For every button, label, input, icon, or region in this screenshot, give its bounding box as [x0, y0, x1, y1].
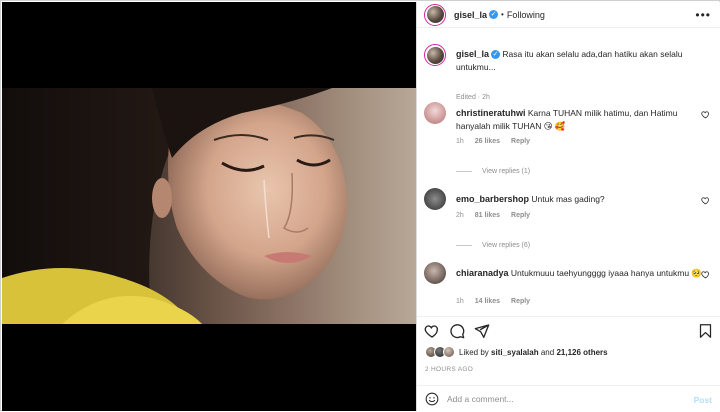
comment-meta-row: 2h 81 likes Reply — [456, 212, 539, 219]
comment-text-block: chiaranadya Untukmuuu taehyungggg iyaaa … — [456, 267, 706, 280]
comment-likes[interactable]: 26 likes — [475, 138, 500, 145]
smiley-icon[interactable] — [425, 392, 439, 406]
paper-plane-icon[interactable] — [474, 323, 490, 339]
liked-and: and — [540, 347, 555, 357]
post-timestamp: 2 HOURS AGO — [425, 366, 474, 373]
post-side-panel: gisel_la ✓ • Following ••• gisel_la ✓ Ras… — [416, 2, 720, 411]
commenter-avatar[interactable] — [424, 262, 446, 284]
separator-dot: • — [501, 10, 504, 19]
comment-meta-row: 1h 14 likes Reply — [456, 298, 539, 305]
caption-text: Rasa itu akan selalu ada,dan hatiku akan… — [456, 49, 683, 72]
commenter-username[interactable]: christineratuhwi — [456, 108, 526, 118]
post-header: gisel_la ✓ • Following ••• — [417, 2, 720, 28]
following-button[interactable]: Following — [507, 10, 545, 20]
view-replies-toggle[interactable]: View replies (1) — [456, 168, 530, 175]
liker-avatar[interactable] — [443, 346, 455, 358]
woman-crying-photo — [2, 88, 347, 324]
comment-text-block: christineratuhwi Karna TUHAN milik hatim… — [456, 107, 706, 133]
comment-text: Untuk mas gading? — [531, 194, 605, 204]
add-comment-input[interactable] — [447, 391, 677, 407]
post-comment-button[interactable]: Post — [694, 395, 712, 405]
comment-time: 1h — [456, 298, 464, 305]
divider-line — [456, 245, 472, 246]
verified-badge-icon: ✓ — [491, 50, 501, 60]
reply-button[interactable]: Reply — [511, 212, 530, 219]
liked-prefix: Liked by — [459, 347, 489, 357]
caption-text-block: gisel_la ✓ Rasa itu akan selalu ada,dan h… — [456, 48, 704, 74]
comment-meta-row: 1h 26 likes Reply — [456, 138, 539, 145]
commenter-username[interactable]: chiaranadya — [456, 268, 509, 278]
commenter-avatar[interactable] — [424, 188, 446, 210]
view-replies-toggle[interactable]: View replies (6) — [456, 242, 530, 249]
commenter-username[interactable]: emo_barbershop — [456, 194, 529, 204]
author-avatar[interactable] — [424, 3, 446, 26]
bookmark-icon[interactable] — [698, 323, 713, 339]
post-actions: Liked by siti_syalalah and 21,126 others… — [417, 316, 720, 411]
add-comment-bar: Post — [417, 385, 720, 412]
post-media[interactable] — [2, 2, 416, 411]
comment-heart-icon[interactable] — [701, 110, 710, 119]
comment-time: 1h — [456, 138, 464, 145]
comment-text-block: emo_barbershop Untuk mas gading? — [456, 193, 706, 206]
author-username[interactable]: gisel_la — [454, 10, 487, 20]
comment-likes[interactable]: 81 likes — [475, 212, 500, 219]
liked-user[interactable]: siti_syalalah — [491, 348, 539, 357]
reply-button[interactable]: Reply — [511, 298, 530, 305]
comments-scroll-area[interactable]: gisel_la ✓ Rasa itu akan selalu ada,dan h… — [417, 29, 720, 316]
heart-icon[interactable] — [424, 323, 440, 339]
liked-by-row: Liked by siti_syalalah and 21,126 others — [425, 346, 608, 358]
comment-bubble-icon[interactable] — [449, 323, 465, 339]
instagram-post-window: gisel_la ✓ • Following ••• gisel_la ✓ Ras… — [0, 0, 720, 411]
view-replies-label[interactable]: View replies (6) — [482, 242, 530, 249]
caption-avatar[interactable] — [424, 44, 446, 66]
comment-text: Untukmuuu taehyungggg iyaaa hanya untukm… — [510, 268, 703, 278]
liked-count[interactable]: 21,126 others — [556, 348, 607, 357]
verified-badge-icon: ✓ — [489, 10, 499, 19]
comment-likes[interactable]: 14 likes — [475, 298, 500, 305]
more-options-icon[interactable]: ••• — [695, 8, 711, 22]
caption-meta: Edited · 2h — [456, 94, 490, 101]
comment-time: 2h — [456, 212, 464, 219]
comment-heart-icon[interactable] — [701, 196, 710, 205]
comment-heart-icon[interactable] — [701, 270, 710, 279]
commenter-avatar[interactable] — [424, 102, 446, 124]
view-replies-label[interactable]: View replies (1) — [482, 168, 530, 175]
post-image — [2, 88, 416, 324]
divider-line — [456, 171, 472, 172]
caption-username[interactable]: gisel_la — [456, 49, 489, 59]
reply-button[interactable]: Reply — [511, 138, 530, 145]
